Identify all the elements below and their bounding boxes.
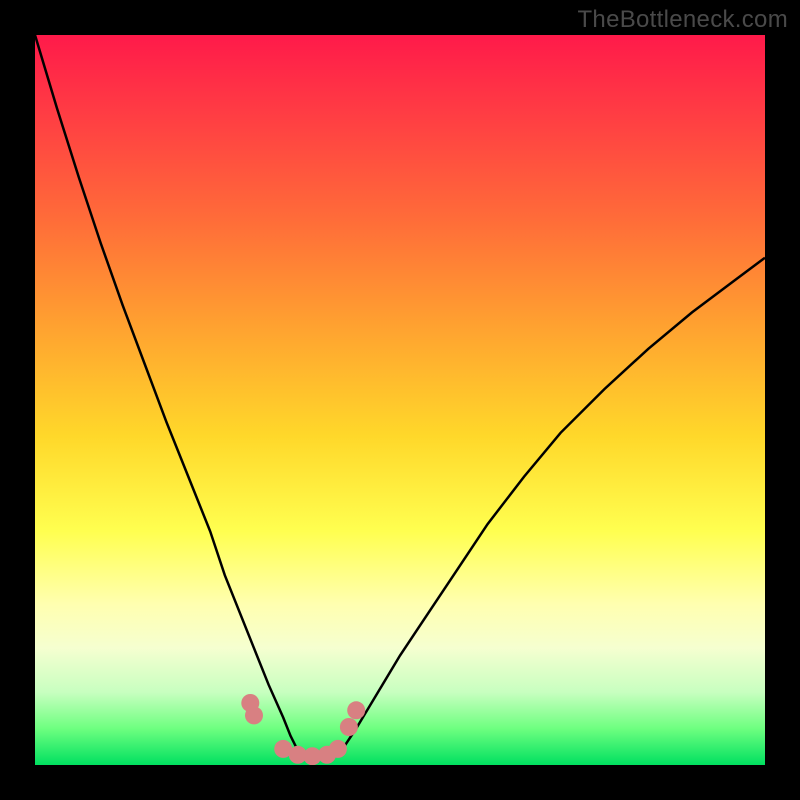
series-left-curve [35,35,298,750]
chart-frame: TheBottleneck.com [0,0,800,800]
series-bottom-markers [241,694,365,765]
marker-dot [329,740,347,758]
marker-dot [340,718,358,736]
chart-overlay [35,35,765,765]
right-curve-path [342,258,765,751]
watermark-label: TheBottleneck.com [577,6,788,34]
marker-dot [347,701,365,719]
left-curve-path [35,35,298,750]
series-right-curve [342,258,765,751]
marker-dot [245,706,263,724]
